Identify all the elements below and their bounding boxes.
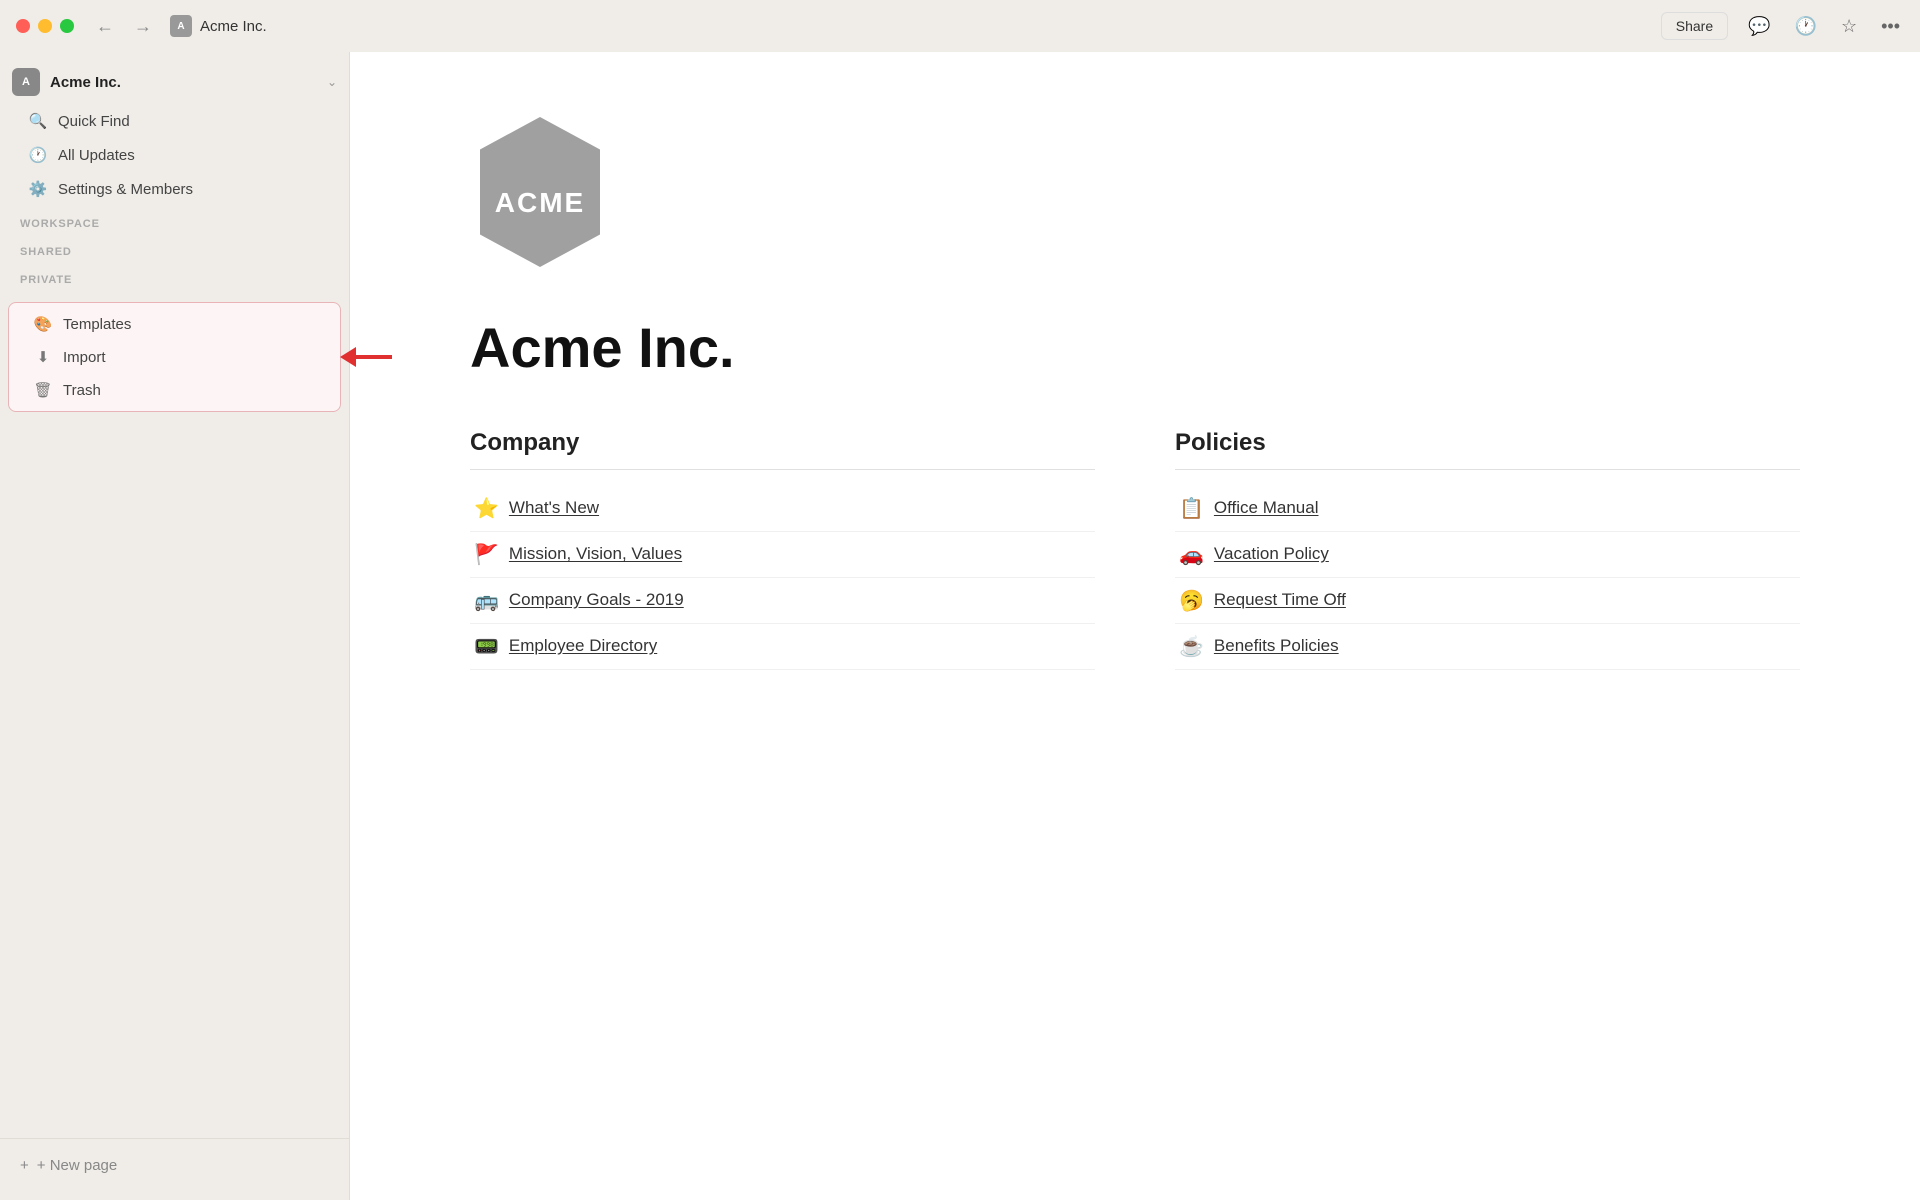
workspace-icon: A	[170, 15, 192, 37]
company-header: Company	[470, 429, 1095, 470]
templates-icon: 🎨	[33, 315, 53, 333]
link-request-time-off[interactable]: 🥱 Request Time Off	[1175, 578, 1800, 624]
quick-find-label: Quick Find	[58, 113, 130, 130]
breadcrumb: A Acme Inc.	[170, 15, 1661, 37]
sidebar-bottom: + + New page	[0, 1138, 349, 1192]
workspace-logo: A	[12, 68, 40, 96]
sidebar-item-import[interactable]: ⬇ Import	[13, 341, 336, 373]
app-body: A Acme Inc. ⌄ 🔍 Quick Find 🕐 All Updates…	[0, 52, 1920, 1200]
car-icon: 🚗	[1179, 542, 1204, 567]
arrow-indicator	[340, 347, 392, 367]
forward-button[interactable]: →	[128, 14, 158, 39]
section-private: PRIVATE	[0, 262, 349, 290]
sidebar-item-quick-find[interactable]: 🔍 Quick Find	[8, 105, 341, 137]
breadcrumb-title: Acme Inc.	[200, 18, 267, 35]
import-icon: ⬇	[33, 348, 53, 366]
comments-icon[interactable]: 💬	[1744, 12, 1774, 41]
favorite-icon[interactable]: ☆	[1837, 12, 1861, 41]
minimize-button[interactable]	[38, 19, 52, 33]
request-time-off-label: Request Time Off	[1214, 590, 1346, 610]
link-employee-directory[interactable]: 📟 Employee Directory	[470, 624, 1095, 670]
sidebar: A Acme Inc. ⌄ 🔍 Quick Find 🕐 All Updates…	[0, 52, 350, 1200]
main-content: ACME Acme Inc. Company ⭐ What's New 🚩 Mi…	[350, 52, 1920, 1200]
traffic-lights	[16, 19, 74, 33]
acme-logo: ACME	[470, 112, 610, 272]
section-shared: SHARED	[0, 234, 349, 262]
policies-header: Policies	[1175, 429, 1800, 470]
chevron-down-icon: ⌄	[327, 75, 337, 89]
svg-text:ACME: ACME	[495, 187, 585, 218]
sidebar-item-trash[interactable]: 🗑 Trash	[13, 374, 336, 406]
directory-icon: 📟	[474, 634, 499, 659]
company-column: Company ⭐ What's New 🚩 Mission, Vision, …	[470, 429, 1095, 670]
flag-icon: 🚩	[474, 542, 499, 567]
workspace-row[interactable]: A Acme Inc. ⌄	[0, 60, 349, 104]
trash-label: Trash	[63, 382, 101, 399]
highlight-box: 🎨 Templates ⬇ Import 🗑 Trash	[8, 302, 341, 412]
employee-directory-label: Employee Directory	[509, 636, 657, 656]
sidebar-item-templates[interactable]: 🎨 Templates	[13, 308, 336, 340]
policies-column: Policies 📋 Office Manual 🚗 Vacation Poli…	[1175, 429, 1800, 670]
plus-icon: +	[20, 1157, 29, 1174]
manual-icon: 📋	[1179, 496, 1204, 521]
link-whats-new[interactable]: ⭐ What's New	[470, 486, 1095, 532]
all-updates-label: All Updates	[58, 147, 135, 164]
company-goals-label: Company Goals - 2019	[509, 590, 684, 610]
trash-icon: 🗑	[33, 381, 53, 399]
maximize-button[interactable]	[60, 19, 74, 33]
workspace-name: Acme Inc.	[50, 74, 317, 91]
titlebar: ← → A Acme Inc. Share 💬 🕐 ☆ •••	[0, 0, 1920, 52]
share-button[interactable]: Share	[1661, 12, 1728, 40]
page-logo: ACME	[470, 112, 1800, 277]
templates-label: Templates	[63, 316, 131, 333]
link-benefits[interactable]: ☕ Benefits Policies	[1175, 624, 1800, 670]
whats-new-label: What's New	[509, 498, 599, 518]
header-actions: Share 💬 🕐 ☆ •••	[1661, 12, 1904, 41]
arrow-head	[340, 347, 356, 367]
history-icon[interactable]: 🕐	[1791, 12, 1821, 41]
star-icon: ⭐	[474, 496, 499, 521]
search-icon: 🔍	[28, 112, 48, 130]
mission-label: Mission, Vision, Values	[509, 544, 682, 564]
close-button[interactable]	[16, 19, 30, 33]
vacation-policy-label: Vacation Policy	[1214, 544, 1329, 564]
coffee-icon: ☕	[1179, 634, 1204, 659]
link-vacation-policy[interactable]: 🚗 Vacation Policy	[1175, 532, 1800, 578]
new-page-label: + New page	[37, 1157, 117, 1174]
office-manual-label: Office Manual	[1214, 498, 1319, 518]
nav-buttons: ← →	[90, 14, 158, 39]
more-options-icon[interactable]: •••	[1877, 12, 1904, 41]
benefits-policies-label: Benefits Policies	[1214, 636, 1339, 656]
content-columns: Company ⭐ What's New 🚩 Mission, Vision, …	[470, 429, 1800, 670]
page-title: Acme Inc.	[470, 317, 1800, 379]
sidebar-item-all-updates[interactable]: 🕐 All Updates	[8, 139, 341, 171]
section-workspace: WORKSPACE	[0, 206, 349, 234]
tired-icon: 🥱	[1179, 588, 1204, 613]
sidebar-item-settings[interactable]: ⚙️ Settings & Members	[8, 173, 341, 205]
new-page-button[interactable]: + + New page	[8, 1149, 341, 1182]
gear-icon: ⚙️	[28, 180, 48, 198]
import-label: Import	[63, 349, 106, 366]
back-button[interactable]: ←	[90, 14, 120, 39]
bus-icon: 🚌	[474, 588, 499, 613]
clock-icon: 🕐	[28, 146, 48, 164]
settings-label: Settings & Members	[58, 181, 193, 198]
arrow-shaft	[356, 355, 392, 359]
link-mission[interactable]: 🚩 Mission, Vision, Values	[470, 532, 1095, 578]
link-company-goals[interactable]: 🚌 Company Goals - 2019	[470, 578, 1095, 624]
link-office-manual[interactable]: 📋 Office Manual	[1175, 486, 1800, 532]
